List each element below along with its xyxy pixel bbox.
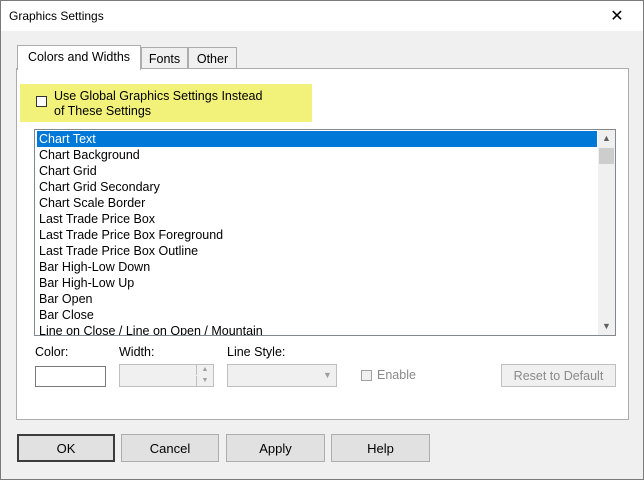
use-global-settings-label-line2: of These Settings	[54, 104, 152, 118]
color-swatch-button[interactable]	[35, 366, 106, 387]
list-item[interactable]: Bar Open	[37, 291, 597, 307]
dropdown-arrow-icon[interactable]: ▼	[319, 365, 336, 386]
spin-down-icon[interactable]: ▼	[196, 376, 213, 386]
line-style-dropdown[interactable]: ▼	[227, 364, 337, 387]
spin-up-icon[interactable]: ▲	[196, 365, 213, 375]
list-item[interactable]: Chart Grid Secondary	[37, 179, 597, 195]
list-item[interactable]: Chart Scale Border	[37, 195, 597, 211]
use-global-settings-label[interactable]: Use Global Graphics Settings Instead of …	[54, 89, 262, 119]
width-spinner[interactable]: ▲ ▼	[119, 364, 214, 387]
line-style-label: Line Style:	[227, 345, 286, 359]
scroll-down-icon[interactable]: ▼	[598, 318, 615, 335]
reset-to-default-button[interactable]: Reset to Default	[501, 364, 616, 387]
list-item[interactable]: Bar High-Low Down	[37, 259, 597, 275]
apply-button[interactable]: Apply	[226, 434, 325, 462]
use-global-settings-checkbox[interactable]	[36, 96, 47, 107]
list-scrollbar[interactable]: ▲ ▼	[598, 130, 615, 335]
enable-checkbox[interactable]	[361, 370, 372, 381]
cancel-button[interactable]: Cancel	[121, 434, 219, 462]
color-label: Color:	[35, 345, 69, 359]
tab-other[interactable]: Other	[188, 47, 237, 69]
tab-fonts[interactable]: Fonts	[141, 47, 188, 69]
window-title: Graphics Settings	[9, 9, 104, 23]
list-item[interactable]: Chart Background	[37, 147, 597, 163]
use-global-settings-label-line1: Use Global Graphics Settings Instead	[54, 89, 263, 103]
list-item[interactable]: Chart Text	[37, 131, 597, 147]
ok-button[interactable]: OK	[17, 434, 115, 462]
enable-label: Enable	[377, 368, 416, 382]
list-item[interactable]: Bar Close	[37, 307, 597, 323]
close-icon[interactable]: ✕	[595, 1, 639, 31]
scroll-thumb[interactable]	[599, 148, 614, 164]
help-button[interactable]: Help	[331, 434, 430, 462]
scroll-up-icon[interactable]: ▲	[598, 130, 615, 147]
list-item[interactable]: Last Trade Price Box	[37, 211, 597, 227]
list-item[interactable]: Last Trade Price Box Outline	[37, 243, 597, 259]
list-item[interactable]: Chart Grid	[37, 163, 597, 179]
width-label: Width:	[119, 345, 155, 359]
tab-colors-and-widths[interactable]: Colors and Widths	[17, 45, 141, 70]
title-bar[interactable]: Graphics Settings ✕	[1, 1, 643, 31]
list-item[interactable]: Bar High-Low Up	[37, 275, 597, 291]
list-item[interactable]: Line on Close / Line on Open / Mountain	[37, 323, 597, 335]
list-item[interactable]: Last Trade Price Box Foreground	[37, 227, 597, 243]
graphics-elements-list[interactable]: Chart Text Chart Background Chart Grid C…	[34, 129, 616, 336]
